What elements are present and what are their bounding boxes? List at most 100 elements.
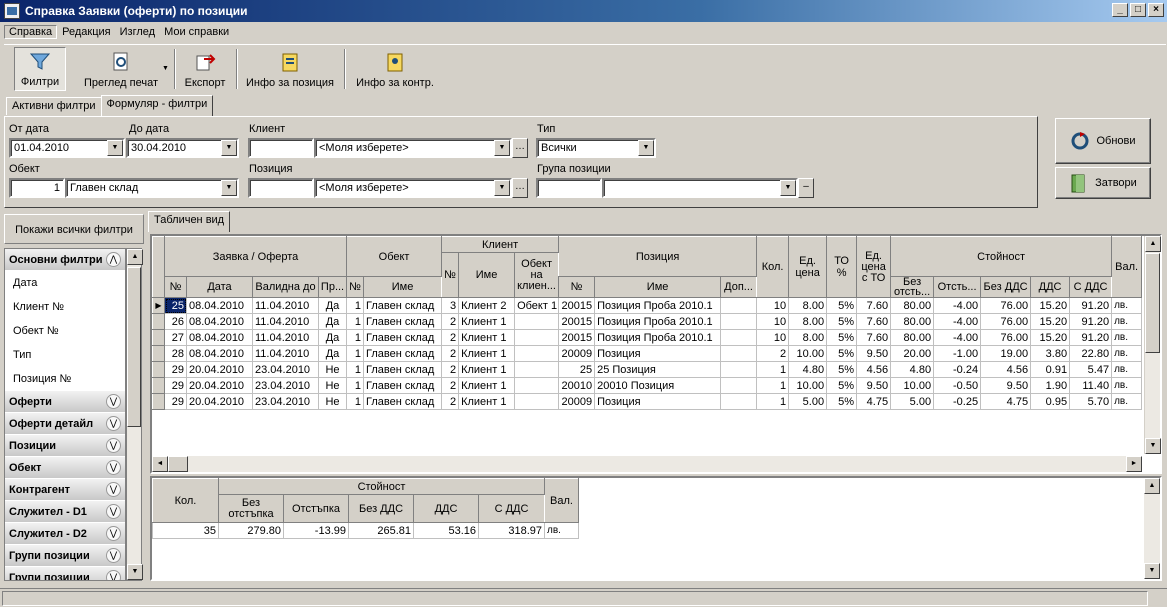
table-cell[interactable]: 91.20: [1069, 297, 1113, 314]
table-cell[interactable]: 1: [346, 345, 365, 362]
table-cell[interactable]: Не: [317, 393, 348, 410]
row-indicator[interactable]: [152, 377, 165, 394]
export-button[interactable]: Експорт: [182, 47, 228, 91]
table-cell[interactable]: 1: [346, 393, 365, 410]
table-cell[interactable]: лв.: [1111, 297, 1143, 314]
table-cell[interactable]: 2: [756, 345, 790, 362]
summary-cell[interactable]: 35: [152, 522, 219, 539]
table-cell[interactable]: лв.: [1111, 345, 1143, 362]
filter-item-position[interactable]: Позиция №: [5, 367, 125, 391]
table-cell[interactable]: 10: [756, 297, 790, 314]
summary-header-no-vat[interactable]: Без ДДС: [348, 494, 414, 523]
row-indicator[interactable]: [152, 345, 165, 362]
from-date-picker[interactable]: 01.04.2010 ▼: [9, 138, 125, 158]
scroll-left-icon[interactable]: ◄: [152, 456, 168, 472]
summary-header-value[interactable]: Стойност: [218, 478, 545, 495]
table-cell[interactable]: 8.00: [788, 297, 828, 314]
table-cell[interactable]: 4.80: [890, 361, 935, 378]
table-row[interactable]: 29 20.04.2010 23.04.2010 Не 1 Главен склад 2 Кл…: [152, 393, 1143, 410]
item-group-code-input[interactable]: [536, 178, 602, 198]
table-cell[interactable]: Обект 1: [514, 297, 560, 314]
table-row[interactable]: 28 08.04.2010 11.04.2010 Да 1 Главен склад 2 Кл…: [152, 345, 1143, 362]
accordion-main-filters[interactable]: Основни филтри ⋀: [5, 249, 125, 271]
table-cell[interactable]: 10.00: [788, 345, 828, 362]
table-cell[interactable]: 5.00: [788, 393, 828, 410]
table-cell[interactable]: Главен склад: [363, 329, 443, 346]
header-no-vat[interactable]: Без ДДС: [980, 276, 1032, 298]
table-cell[interactable]: [514, 345, 560, 362]
filter-item-object[interactable]: Обект №: [5, 319, 125, 343]
table-cell[interactable]: Клиент 2: [458, 297, 516, 314]
scroll-down-icon[interactable]: ▼: [1144, 563, 1160, 579]
table-cell[interactable]: 5.70: [1069, 393, 1113, 410]
table-cell[interactable]: 1: [346, 377, 365, 394]
table-cell[interactable]: [720, 313, 758, 330]
table-cell[interactable]: Не: [317, 361, 348, 378]
table-cell[interactable]: Клиент 1: [458, 393, 516, 410]
table-cell[interactable]: Клиент 1: [458, 345, 516, 362]
table-cell[interactable]: 23.04.2010: [252, 377, 319, 394]
chevron-down-icon[interactable]: ▼: [638, 140, 654, 156]
header-order-date[interactable]: Дата: [186, 276, 253, 298]
summary-header-discount[interactable]: Отстъпка: [283, 494, 349, 523]
table-cell[interactable]: 26: [164, 313, 187, 330]
table-cell[interactable]: 08.04.2010: [186, 345, 253, 362]
table-cell[interactable]: 20015: [558, 313, 596, 330]
maximize-button[interactable]: □: [1130, 3, 1146, 17]
chevron-down-icon[interactable]: ▼: [221, 140, 237, 156]
chevron-down-icon[interactable]: ▼: [221, 180, 237, 196]
summary-cell[interactable]: 279.80: [218, 522, 284, 539]
table-cell[interactable]: 1: [756, 361, 790, 378]
table-cell[interactable]: 3.80: [1030, 345, 1071, 362]
summary-cell[interactable]: лв.: [544, 522, 579, 539]
table-cell[interactable]: 20010: [558, 377, 596, 394]
table-row[interactable]: ▶ 25 08.04.2010 11.04.2010 Да 1 Главен склад 3 К…: [152, 297, 1143, 314]
chevron-down-icon[interactable]: ▼: [162, 65, 169, 72]
close-button[interactable]: Затвори: [1055, 167, 1151, 199]
filter-item-date[interactable]: Дата: [5, 271, 125, 295]
table-cell[interactable]: 4.80: [788, 361, 828, 378]
table-cell[interactable]: 1: [346, 329, 365, 346]
menu-edit[interactable]: Редакция: [58, 26, 114, 38]
table-cell[interactable]: 91.20: [1069, 329, 1113, 346]
table-cell[interactable]: [514, 329, 560, 346]
accordion-section[interactable]: Контрагент ⋁: [5, 479, 125, 501]
table-cell[interactable]: 25: [164, 297, 187, 314]
table-cell[interactable]: 2: [441, 329, 460, 346]
table-cell[interactable]: 2: [441, 313, 460, 330]
client-browse-button[interactable]: …: [512, 138, 528, 158]
table-cell[interactable]: Главен склад: [363, 313, 443, 330]
item-select[interactable]: <Моля изберете> ▼: [314, 178, 512, 198]
chevron-down-icon[interactable]: ⋁: [106, 504, 121, 519]
summary-cell[interactable]: 53.16: [413, 522, 479, 539]
table-cell[interactable]: 9.50: [856, 345, 892, 362]
table-cell[interactable]: 20.04.2010: [186, 393, 253, 410]
table-cell[interactable]: [514, 361, 560, 378]
scroll-down-icon[interactable]: ▼: [1145, 438, 1161, 454]
close-window-button[interactable]: ×: [1148, 3, 1164, 17]
table-cell[interactable]: 08.04.2010: [186, 313, 253, 330]
table-cell[interactable]: 76.00: [980, 297, 1032, 314]
table-cell[interactable]: 7.60: [856, 297, 892, 314]
table-cell[interactable]: 5%: [826, 297, 858, 314]
table-cell[interactable]: 23.04.2010: [252, 361, 319, 378]
print-preview-button[interactable]: Преглед печат: [76, 47, 166, 91]
table-cell[interactable]: 25 Позиция: [594, 361, 722, 378]
table-cell[interactable]: Главен склад: [363, 393, 443, 410]
chevron-down-icon[interactable]: ▼: [107, 140, 123, 156]
header-item-name[interactable]: Име: [594, 276, 722, 298]
table-cell[interactable]: 0.91: [1030, 361, 1071, 378]
table-cell[interactable]: 2: [441, 377, 460, 394]
table-cell[interactable]: 08.04.2010: [186, 329, 253, 346]
scroll-right-icon[interactable]: ►: [1126, 456, 1142, 472]
table-cell[interactable]: 4.56: [856, 361, 892, 378]
item-group-clear-button[interactable]: –: [798, 178, 814, 198]
table-cell[interactable]: 76.00: [980, 329, 1032, 346]
table-cell[interactable]: -0.50: [933, 377, 982, 394]
table-cell[interactable]: 19.00: [980, 345, 1032, 362]
chevron-up-icon[interactable]: ⋀: [106, 252, 121, 267]
summary-vscrollbar[interactable]: ▲ ▼: [1144, 478, 1160, 579]
summary-cell[interactable]: 318.97: [478, 522, 545, 539]
table-cell[interactable]: [514, 377, 560, 394]
summary-header-currency[interactable]: Вал.: [544, 478, 579, 523]
